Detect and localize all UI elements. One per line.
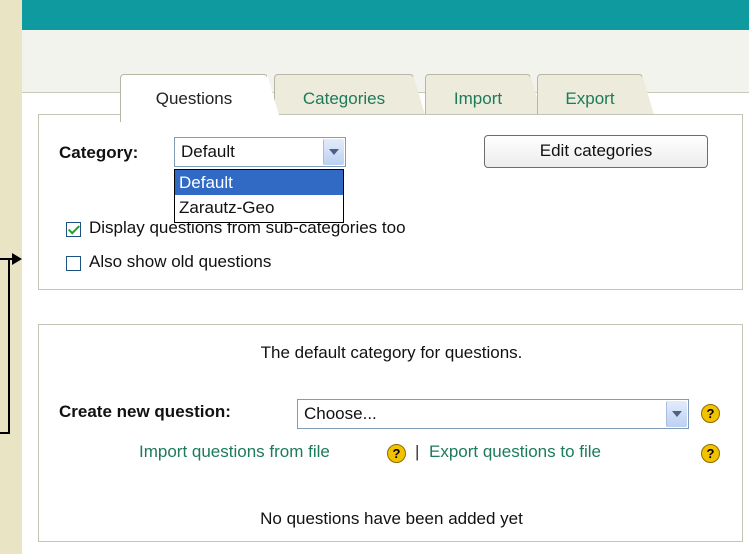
annotation-arrow-bottom — [0, 432, 10, 434]
tab-questions[interactable]: Questions — [120, 74, 281, 122]
empty-questions-message: No questions have been added yet — [260, 509, 523, 528]
header-bar — [22, 0, 749, 30]
export-questions-link[interactable]: Export questions to file — [429, 442, 601, 462]
link-separator: | — [415, 442, 420, 461]
category-panel: Category: Default Default Zarautz-Geo Ed… — [38, 114, 743, 290]
help-icon[interactable]: ? — [701, 444, 720, 463]
annotation-arrow-vertical — [8, 258, 10, 434]
tab-questions-label: Questions — [155, 89, 233, 108]
left-margin — [0, 0, 20, 554]
chevron-down-icon[interactable] — [323, 139, 344, 165]
tab-strip: Questions Categories Import Export — [22, 30, 749, 122]
chevron-down-icon[interactable] — [666, 401, 687, 427]
category-label: Category: — [59, 143, 139, 162]
import-questions-link[interactable]: Import questions from file — [139, 442, 330, 462]
category-option-zarautz-geo[interactable]: Zarautz-Geo — [175, 195, 343, 220]
create-question-select[interactable]: Choose... — [297, 399, 689, 429]
category-select[interactable]: Default — [174, 137, 346, 167]
question-panel: The default category for questions. Crea… — [38, 324, 743, 542]
old-questions-label: Also show old questions — [89, 252, 272, 271]
edit-categories-button[interactable]: Edit categories — [484, 135, 708, 168]
create-question-label: Create new question: — [59, 402, 231, 421]
help-icon[interactable]: ? — [387, 444, 406, 463]
create-question-select-value: Choose... — [304, 404, 377, 423]
category-dropdown-list: Default Zarautz-Geo — [174, 169, 344, 223]
category-description: The default category for questions. — [260, 343, 523, 362]
category-option-default[interactable]: Default — [175, 170, 343, 195]
tab-import-label: Import — [453, 89, 503, 108]
help-icon[interactable]: ? — [701, 404, 720, 423]
main-area: Questions Categories Import Export Categ… — [22, 0, 749, 554]
subcategories-checkbox[interactable] — [66, 222, 81, 237]
old-questions-checkbox[interactable] — [66, 256, 81, 271]
tab-export-label: Export — [565, 89, 615, 108]
category-select-value: Default — [181, 142, 235, 161]
annotation-arrow-head — [12, 253, 22, 265]
tab-categories-label: Categories — [302, 89, 386, 108]
